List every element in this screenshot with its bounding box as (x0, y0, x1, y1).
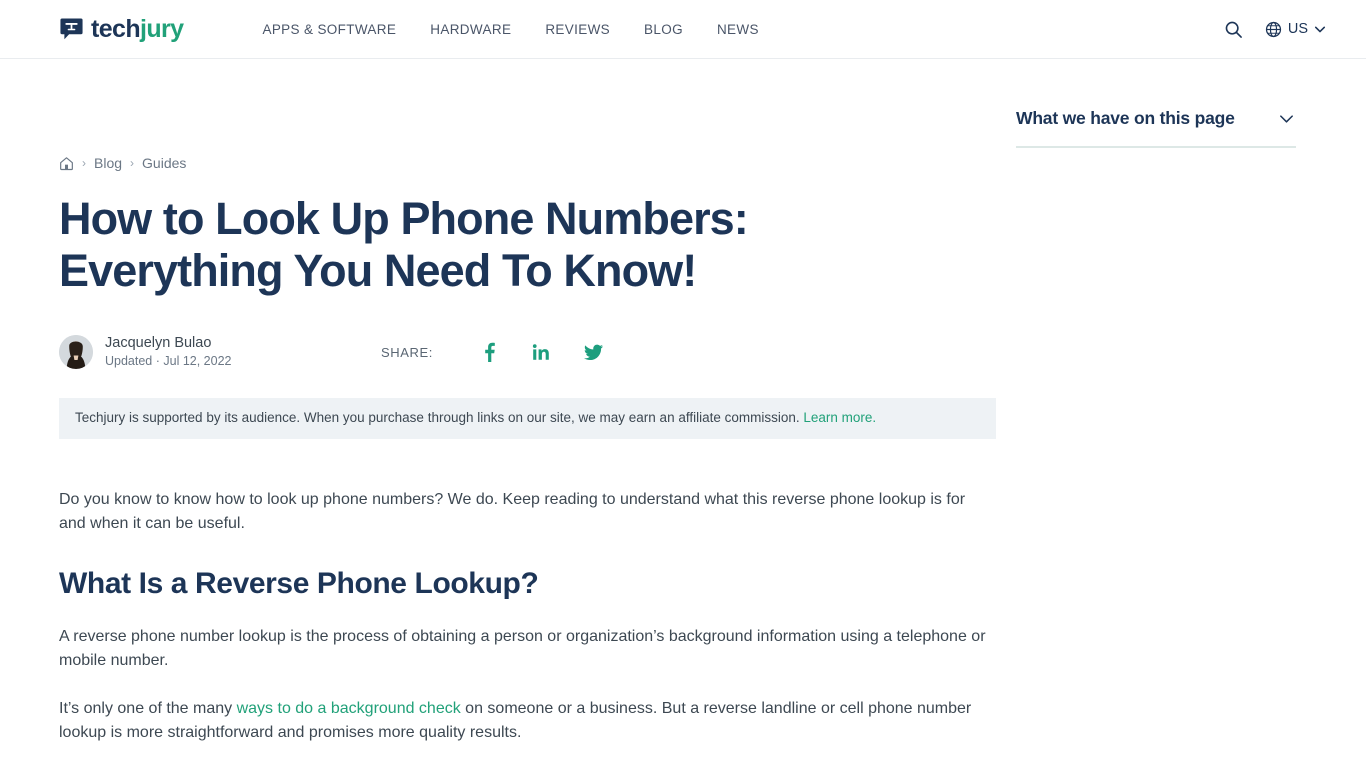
page-wrap: › Blog › Guides How to Look Up Phone Num… (0, 59, 1366, 768)
table-of-contents: What we have on this page (1016, 108, 1296, 148)
linkedin-icon (532, 344, 549, 361)
chat-bubble-icon-svg (60, 17, 83, 39)
share-label: SHARE: (380, 344, 433, 360)
nav-item-reviews[interactable]: REVIEWS (528, 22, 627, 37)
chat-bubble-icon (59, 17, 84, 42)
toc-title: What we have on this page (1016, 108, 1235, 128)
background-check-link[interactable]: ways to do a background check (237, 700, 461, 717)
globe-icon (1265, 21, 1281, 37)
search-icon (1225, 21, 1242, 38)
locale-selector[interactable]: US (1265, 21, 1326, 38)
author-name: Jacquelyn Bulao (105, 335, 212, 352)
paragraph-2: It’s only one of the many ways to do a b… (59, 697, 989, 745)
share-facebook-button[interactable] (463, 342, 515, 363)
affiliate-disclaimer-text: Techjury is supported by its audience. W… (75, 410, 804, 426)
share-linkedin-button[interactable] (515, 343, 567, 361)
breadcrumb-item-blog[interactable]: Blog (94, 155, 122, 171)
learn-more-link[interactable]: Learn more. (803, 410, 876, 425)
affiliate-disclaimer: Techjury is supported by its audience. W… (59, 398, 996, 440)
breadcrumb: › Blog › Guides (59, 59, 996, 171)
toc-toggle[interactable]: What we have on this page (1016, 108, 1296, 148)
site-logo[interactable]: techjury (59, 14, 184, 43)
byline-row: Jacquelyn Bulao Updated · Jul 12, 2022 S… (59, 333, 996, 371)
intro-paragraph: Do you know to know how to look up phone… (59, 491, 966, 533)
content-grid: › Blog › Guides How to Look Up Phone Num… (59, 59, 1326, 768)
nav-item-news[interactable]: NEWS (700, 22, 776, 37)
home-icon[interactable] (59, 156, 74, 171)
nav-item-apps-software[interactable]: APPS & SOFTWARE (245, 22, 413, 37)
share-twitter-button[interactable] (567, 344, 619, 361)
main-navigation: APPS & SOFTWARE HARDWARE REVIEWS BLOG NE… (245, 22, 775, 37)
search-button[interactable] (1224, 20, 1243, 39)
avatar-image (59, 335, 93, 370)
author-link[interactable]: Jacquelyn Bulao Updated · Jul 12, 2022 (59, 334, 231, 370)
author-updated-date: Updated · Jul 12, 2022 (105, 354, 232, 369)
chevron-down-icon (1314, 26, 1326, 33)
breadcrumb-separator-2: › (130, 156, 135, 170)
avatar (59, 335, 93, 370)
section-heading-reverse-phone-lookup: What Is a Reverse Phone Lookup? (59, 567, 539, 601)
site-header: techjury APPS & SOFTWARE HARDWARE REVIEW… (0, 0, 1366, 59)
paragraph-1: A reverse phone number lookup is the pro… (59, 628, 986, 670)
page-title: How to Look Up Phone Numbers: Everything… (59, 193, 749, 297)
nav-item-blog[interactable]: BLOG (627, 22, 700, 37)
twitter-icon (583, 344, 603, 360)
logo-text-tech: tech (91, 14, 141, 43)
breadcrumb-separator-1: › (82, 156, 86, 170)
share-row: SHARE: (380, 342, 619, 363)
facebook-icon (484, 343, 495, 363)
sidebar-column: What we have on this page (1016, 59, 1306, 768)
paragraph-2-before: It’s only one of the many (59, 700, 237, 718)
chevron-down-icon (1280, 115, 1293, 123)
nav-item-hardware[interactable]: HARDWARE (413, 22, 528, 37)
article-column: › Blog › Guides How to Look Up Phone Num… (59, 59, 996, 768)
author-text-block: Jacquelyn Bulao Updated · Jul 12, 2022 (105, 334, 231, 370)
locale-label: US (1287, 21, 1308, 37)
logo-text: techjury (91, 14, 184, 43)
header-actions: US (1224, 20, 1326, 39)
breadcrumb-item-guides[interactable]: Guides (142, 155, 186, 171)
logo-text-jury: jury (140, 14, 184, 43)
